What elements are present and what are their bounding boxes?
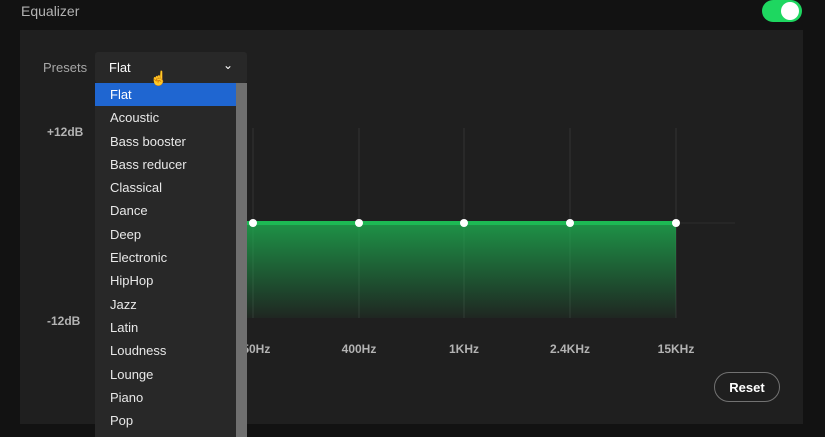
eq-band-handle[interactable] <box>355 219 363 227</box>
preset-option[interactable]: Loudness <box>95 339 236 362</box>
preset-option[interactable]: Pop <box>95 409 236 432</box>
preset-option[interactable]: Acoustic <box>95 106 236 129</box>
preset-option[interactable]: Deep <box>95 223 236 246</box>
preset-option[interactable]: Bass reducer <box>95 153 236 176</box>
preset-option[interactable]: Dance <box>95 199 236 222</box>
presets-dropdown: FlatAcousticBass boosterBass reducerClas… <box>95 83 247 437</box>
eq-band-handle[interactable] <box>249 219 257 227</box>
reset-button[interactable]: Reset <box>714 372 780 402</box>
preset-option[interactable]: Bass booster <box>95 130 236 153</box>
eq-band-handle[interactable] <box>672 219 680 227</box>
hand-cursor-icon: ☝ <box>150 70 167 87</box>
preset-option[interactable]: HipHop <box>95 269 236 292</box>
preset-option[interactable]: Latin <box>95 316 236 339</box>
x-tick-label: 400Hz <box>319 342 399 356</box>
preset-option[interactable]: Classical <box>95 176 236 199</box>
x-tick-label: 1KHz <box>424 342 504 356</box>
dropdown-scrollbar[interactable] <box>236 83 247 437</box>
eq-band-handle[interactable] <box>566 219 574 227</box>
preset-option[interactable]: Lounge <box>95 363 236 386</box>
preset-option[interactable]: Piano <box>95 386 236 409</box>
x-tick-label: 15KHz <box>636 342 716 356</box>
eq-band-handle[interactable] <box>460 219 468 227</box>
preset-option[interactable]: Electronic <box>95 246 236 269</box>
preset-option[interactable]: Jazz <box>95 293 236 316</box>
x-tick-label: 2.4KHz <box>530 342 610 356</box>
